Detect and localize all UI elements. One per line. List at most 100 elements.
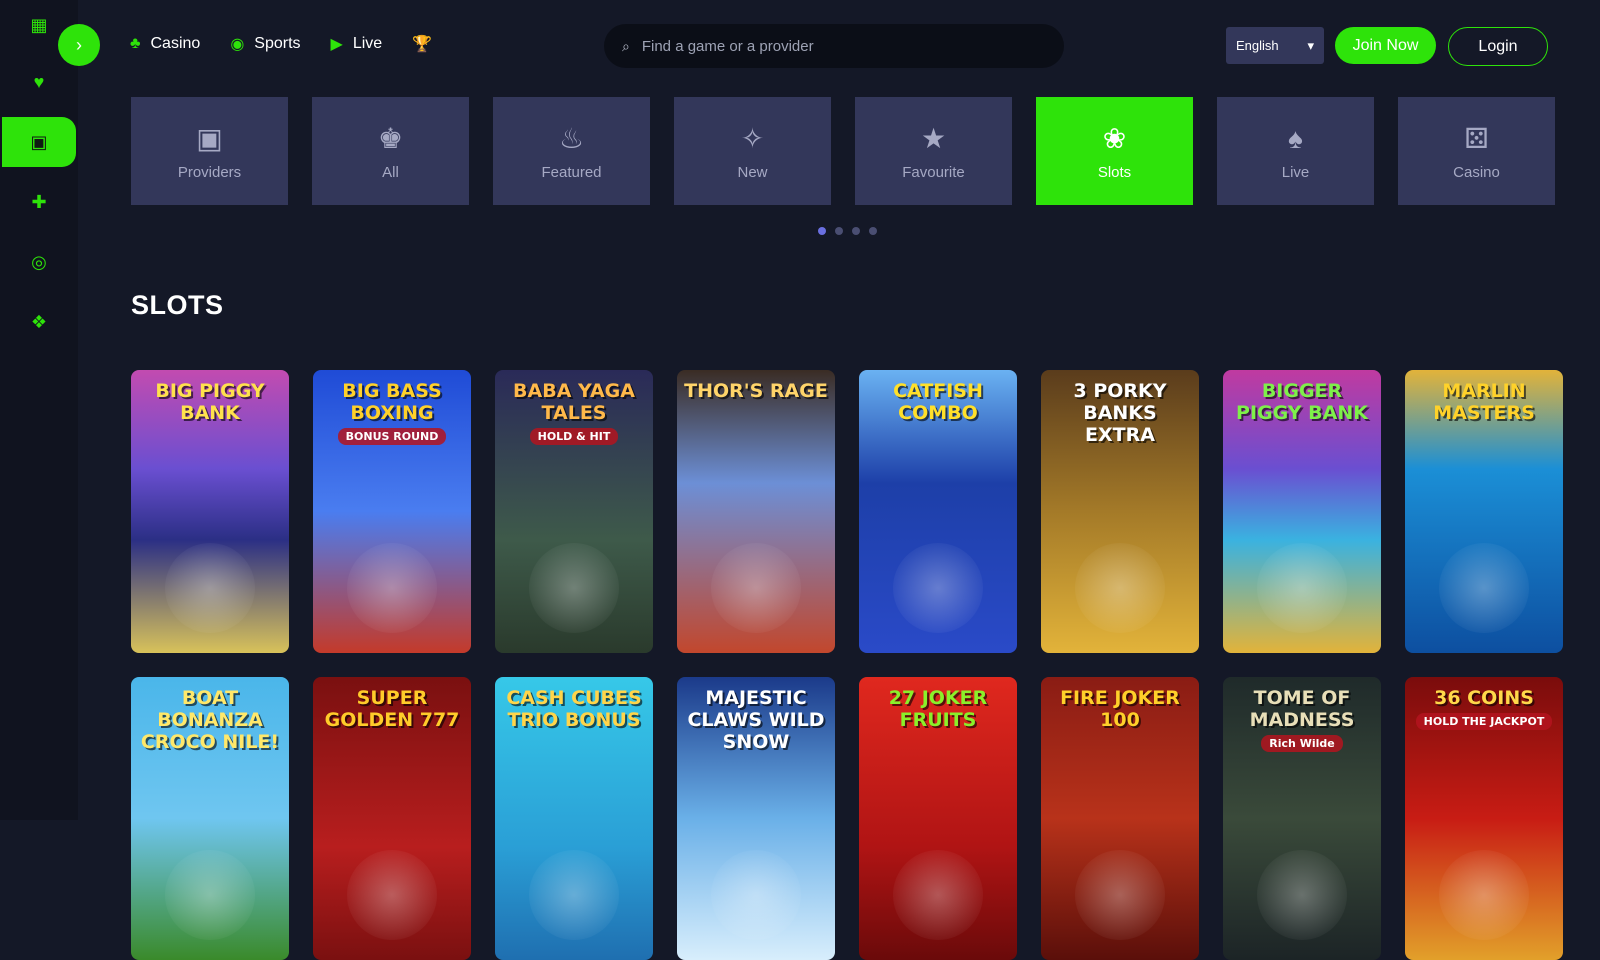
category-featured-icon: ♨ [558, 122, 585, 154]
category-casino-tile[interactable]: ⚄ Casino [1398, 97, 1555, 205]
nav-sports-label: Sports [254, 35, 301, 52]
game-artwork [1257, 850, 1347, 940]
game-card[interactable]: BIG PIGGY BANK [131, 370, 289, 653]
game-artwork [1257, 543, 1347, 633]
category-label: Casino [1453, 163, 1500, 181]
carousel-dots [818, 227, 877, 235]
game-card[interactable]: 36 COINS HOLD THE JACKPOT [1405, 677, 1563, 960]
category-providers-tile[interactable]: ▣ Providers [131, 97, 288, 205]
game-card[interactable]: FIRE JOKER 100 [1041, 677, 1199, 960]
login-button[interactable]: Login [1448, 27, 1548, 66]
category-casino-icon: ⚄ [1464, 122, 1489, 154]
live-icon: ▶ [330, 36, 343, 53]
game-artwork [711, 850, 801, 940]
category-label: Slots [1097, 163, 1132, 181]
search-bar[interactable]: ⌕ [604, 24, 1064, 68]
game-artwork [1075, 850, 1165, 940]
game-card[interactable]: BABA YAGA TALES HOLD & HIT [495, 370, 653, 653]
main-content: › ♣ Casino ◉ Sports ▶ Live 🏆 ⌕ English ▾… [58, 0, 1600, 960]
carousel-dot[interactable] [818, 227, 826, 235]
category-label: Featured [541, 163, 602, 181]
nav-live-label: Live [352, 35, 383, 52]
sidebar-toggle-button[interactable]: › [58, 24, 100, 66]
category-all-icon: ♚ [377, 122, 404, 154]
category-new-icon: ✧ [740, 122, 765, 154]
game-title: 3 PORKY BANKS EXTRA [1073, 380, 1167, 446]
nav-live[interactable]: ▶ Live [331, 34, 383, 54]
game-card[interactable]: BIG BASS BOXING BONUS ROUND [313, 370, 471, 653]
game-subtitle: BONUS ROUND [337, 428, 447, 445]
game-title: MARLIN MASTERS [1433, 380, 1535, 424]
category-bar: ▣ Providers ♚ All ♨ Featured ✧ New ★ Favourite ❀ Sl… [131, 97, 1555, 205]
game-card[interactable]: MAJESTIC CLAWS WILD SNOW [677, 677, 835, 960]
language-select[interactable]: English ▾ [1226, 27, 1324, 64]
section-title: SLOTS [131, 290, 224, 320]
category-slots-tile[interactable]: ❀ Slots [1036, 97, 1193, 205]
top-nav: ♣ Casino ◉ Sports ▶ Live 🏆 [130, 34, 432, 54]
category-label: Live [1281, 163, 1310, 181]
game-title: THOR'S RAGE [684, 380, 828, 402]
game-title: CATFISH COMBO [893, 380, 983, 424]
join-now-button[interactable]: Join Now [1335, 27, 1436, 64]
game-artwork [165, 543, 255, 633]
game-card[interactable]: BOAT BONANZA CROCO NILE! [131, 677, 289, 960]
game-artwork [711, 543, 801, 633]
game-artwork [1439, 850, 1529, 940]
game-title: BIGGER PIGGY BANK [1236, 380, 1368, 424]
game-artwork [165, 850, 255, 940]
target-icon[interactable]: ◎ [0, 237, 78, 287]
game-card[interactable]: 27 JOKER FRUITS [859, 677, 1017, 960]
game-card[interactable]: SUPER GOLDEN 777 [313, 677, 471, 960]
category-live-tile[interactable]: ♠ Live [1217, 97, 1374, 205]
clubs-icon: ♣ [130, 35, 141, 52]
category-slots-icon: ❀ [1102, 122, 1127, 154]
caret-down-icon: ▾ [1307, 37, 1314, 53]
nav-casino[interactable]: ♣ Casino [130, 35, 200, 53]
category-label: Favourite [902, 163, 965, 181]
category-label: All [382, 163, 399, 181]
game-title: SUPER GOLDEN 777 [324, 687, 460, 731]
search-icon: ⌕ [622, 37, 630, 54]
game-subtitle: HOLD THE JACKPOT [1415, 713, 1553, 730]
game-title: 36 COINS [1434, 687, 1534, 709]
game-card[interactable]: CATFISH COMBO [859, 370, 1017, 653]
carousel-dot[interactable] [835, 227, 843, 235]
game-card[interactable]: TOME OF MADNESS Rich Wilde [1223, 677, 1381, 960]
ball-icon: ◉ [230, 36, 245, 53]
game-title: BABA YAGA TALES [513, 380, 635, 424]
language-value: English [1236, 38, 1279, 53]
chat-icon[interactable]: ❖ [0, 297, 78, 347]
gift-icon[interactable]: ✚ [0, 177, 78, 227]
carousel-dot[interactable] [869, 227, 877, 235]
game-card[interactable]: CASH CUBES TRIO BONUS [495, 677, 653, 960]
nav-casino-label: Casino [150, 35, 201, 52]
trophy-icon: 🏆 [412, 36, 433, 53]
game-subtitle: HOLD & HIT [529, 428, 619, 445]
game-title: TOME OF MADNESS [1249, 687, 1355, 731]
category-featured-tile[interactable]: ♨ Featured [493, 97, 650, 205]
category-all-tile[interactable]: ♚ All [312, 97, 469, 205]
nav-tournaments[interactable]: 🏆 [412, 34, 432, 54]
category-live-icon: ♠ [1288, 122, 1303, 154]
game-artwork [893, 543, 983, 633]
game-title: CASH CUBES TRIO BONUS [506, 687, 642, 731]
game-title: BIG BASS BOXING [342, 380, 442, 424]
category-favourite-tile[interactable]: ★ Favourite [855, 97, 1012, 205]
category-new-tile[interactable]: ✧ New [674, 97, 831, 205]
chevron-right-icon: › [76, 34, 82, 55]
category-providers-icon: ▣ [196, 122, 223, 154]
game-artwork [347, 543, 437, 633]
nav-sports[interactable]: ◉ Sports [230, 34, 300, 54]
game-title: MAJESTIC CLAWS WILD SNOW [687, 687, 825, 753]
game-card[interactable]: THOR'S RAGE [677, 370, 835, 653]
game-artwork [347, 850, 437, 940]
search-input[interactable] [641, 37, 1022, 55]
carousel-dot[interactable] [852, 227, 860, 235]
category-label: Providers [177, 163, 242, 181]
game-card[interactable]: MARLIN MASTERS [1405, 370, 1563, 653]
game-artwork [529, 850, 619, 940]
game-card[interactable]: BIGGER PIGGY BANK [1223, 370, 1381, 653]
favorites-icon[interactable]: ♥ [0, 57, 78, 107]
slot-machine-icon[interactable]: ▣ [2, 117, 76, 167]
game-card[interactable]: 3 PORKY BANKS EXTRA [1041, 370, 1199, 653]
